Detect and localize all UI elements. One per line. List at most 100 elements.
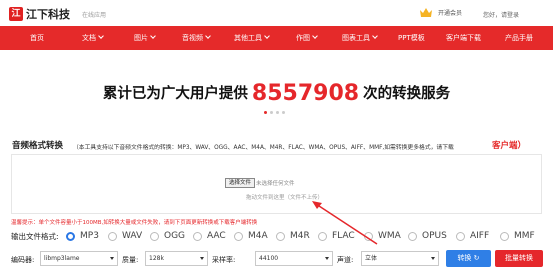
format-option-m4a[interactable]: M4A	[234, 231, 268, 241]
batch-convert-button[interactable]: 批量转换	[495, 250, 543, 267]
nav-item-client-download[interactable]: 客户端下载	[446, 26, 481, 50]
caret-down-icon	[431, 257, 435, 260]
format-label: FLAC	[332, 231, 355, 241]
format-option-mp3[interactable]: MP3	[66, 231, 99, 241]
convert-button[interactable]: 转换 ↻	[446, 250, 491, 267]
channel-label: 声道:	[337, 256, 354, 264]
caret-down-icon	[110, 257, 114, 260]
banner-text: 累计已为广大用户提供 8557908 次的转换服务	[12, 79, 541, 106]
nav-label: PPT模板	[398, 34, 425, 42]
section-note: （本工具支持以下音频文件格式的转换：MP3、WAV、OGG、AAC、M4A、M4…	[73, 145, 454, 151]
chevron-down-icon	[98, 33, 104, 39]
logo-subtitle: 在线应用	[82, 12, 107, 19]
nav-item-docs[interactable]: 文档	[82, 26, 104, 50]
logo-mark: 江	[9, 7, 23, 21]
nav-item-drawing[interactable]: 作图	[296, 26, 318, 50]
login-link[interactable]: 您好，请登录	[483, 10, 519, 19]
nav-label: 产品手册	[505, 34, 533, 42]
quality-label: 质量:	[122, 256, 139, 264]
nav-label: 音视频	[182, 34, 203, 42]
radio-icon	[66, 231, 75, 241]
format-label: M4A	[248, 231, 268, 241]
format-label: AAC	[207, 231, 226, 241]
warning-tip: 温馨提示：单个文件容量小于100MB,如转换大量或文件失败，请到下页面更新转换或…	[11, 220, 258, 226]
format-option-opus[interactable]: OPUS	[408, 231, 447, 241]
nav-item-ppt[interactable]: PPT模板	[398, 26, 425, 50]
section-title: 音频格式转换	[12, 141, 64, 151]
format-label: OGG	[164, 231, 186, 241]
nav-label: 图表工具	[342, 34, 370, 42]
format-label: M4R	[290, 231, 310, 241]
carousel-dot[interactable]	[282, 111, 285, 114]
nav-label: 其他工具	[234, 34, 262, 42]
format-label: MP3	[80, 231, 99, 241]
format-option-flac[interactable]: FLAC	[318, 231, 355, 241]
radio-icon	[193, 231, 202, 241]
banner-prefix: 累计已为广大用户提供	[102, 86, 248, 102]
conversion-count: 8557908	[251, 81, 360, 106]
drag-hint: 拖动文件到这里（文件不上传）	[246, 195, 324, 201]
nav-item-images[interactable]: 图片	[134, 26, 156, 50]
format-option-aac[interactable]: AAC	[193, 231, 226, 241]
vip-link[interactable]: 开通会员	[419, 7, 462, 18]
vip-label: 开通会员	[438, 10, 463, 17]
radio-icon	[234, 231, 243, 241]
nav-item-other-tools[interactable]: 其他工具	[234, 26, 270, 50]
chevron-down-icon	[312, 33, 318, 39]
chevron-down-icon	[205, 33, 211, 39]
format-option-ogg[interactable]: OGG	[150, 231, 185, 241]
caret-down-icon	[200, 257, 204, 260]
channel-select[interactable]: 立体	[361, 251, 439, 266]
no-file-label: 未选择任何文件	[256, 181, 295, 187]
client-download-link[interactable]: 客户端）	[492, 139, 526, 151]
radio-icon	[318, 231, 327, 241]
encoder-value: libmp3lame	[44, 255, 80, 262]
refresh-icon: ↻	[473, 254, 480, 262]
radio-icon	[364, 231, 373, 241]
nav-item-manual[interactable]: 产品手册	[505, 26, 533, 50]
format-label: AIFF	[470, 231, 490, 241]
banner-suffix: 次的转换服务	[363, 86, 451, 102]
radio-icon	[456, 231, 465, 241]
nav-item-chart-tools[interactable]: 图表工具	[342, 26, 378, 50]
samplerate-select[interactable]: 44100	[255, 251, 333, 266]
top-bar: 江 江下科技 在线应用 开通会员 您好，请登录	[0, 0, 553, 26]
caret-down-icon	[325, 257, 329, 260]
format-option-wma[interactable]: WMA	[364, 231, 401, 241]
quality-select[interactable]: 128k	[145, 251, 208, 266]
radio-icon	[108, 231, 117, 241]
channel-value: 立体	[365, 255, 378, 262]
chevron-down-icon	[372, 33, 378, 39]
format-option-m4r[interactable]: M4R	[276, 231, 310, 241]
carousel-dot[interactable]	[270, 111, 273, 114]
encoder-select[interactable]: libmp3lame	[40, 251, 118, 266]
carousel-dots	[264, 111, 285, 114]
encoder-label: 编码器:	[11, 256, 35, 264]
stats-banner: 累计已为广大用户提供 8557908 次的转换服务	[12, 67, 541, 117]
main-nav: 首页 文档 图片 音视频 其他工具 作图 图表工具 PPT模板 客户端下载 产品…	[0, 26, 553, 50]
format-option-mmf[interactable]: MMF	[500, 231, 535, 241]
quality-value: 128k	[149, 255, 164, 262]
logo[interactable]: 江 江下科技	[9, 6, 70, 22]
format-label: WMA	[378, 231, 401, 241]
nav-item-media[interactable]: 音视频	[182, 26, 211, 50]
choose-file-button[interactable]: 选择文件	[225, 178, 256, 188]
samplerate-label: 采样率:	[212, 256, 236, 264]
radio-icon	[276, 231, 285, 241]
radio-icon	[500, 231, 509, 241]
nav-label: 作图	[296, 34, 310, 42]
radio-icon	[150, 231, 159, 241]
nav-label: 客户端下载	[446, 34, 481, 42]
chevron-down-icon	[264, 33, 270, 39]
format-option-wav[interactable]: WAV	[108, 231, 142, 241]
carousel-dot[interactable]	[264, 111, 267, 114]
nav-label: 文档	[82, 34, 96, 42]
nav-item-home[interactable]: 首页	[30, 26, 44, 50]
chevron-down-icon	[150, 33, 156, 39]
carousel-dot[interactable]	[276, 111, 279, 114]
logo-text: 江下科技	[26, 8, 70, 21]
nav-label: 首页	[30, 34, 44, 42]
crown-icon	[420, 8, 432, 17]
format-option-aiff[interactable]: AIFF	[456, 231, 489, 241]
radio-icon	[408, 231, 417, 241]
